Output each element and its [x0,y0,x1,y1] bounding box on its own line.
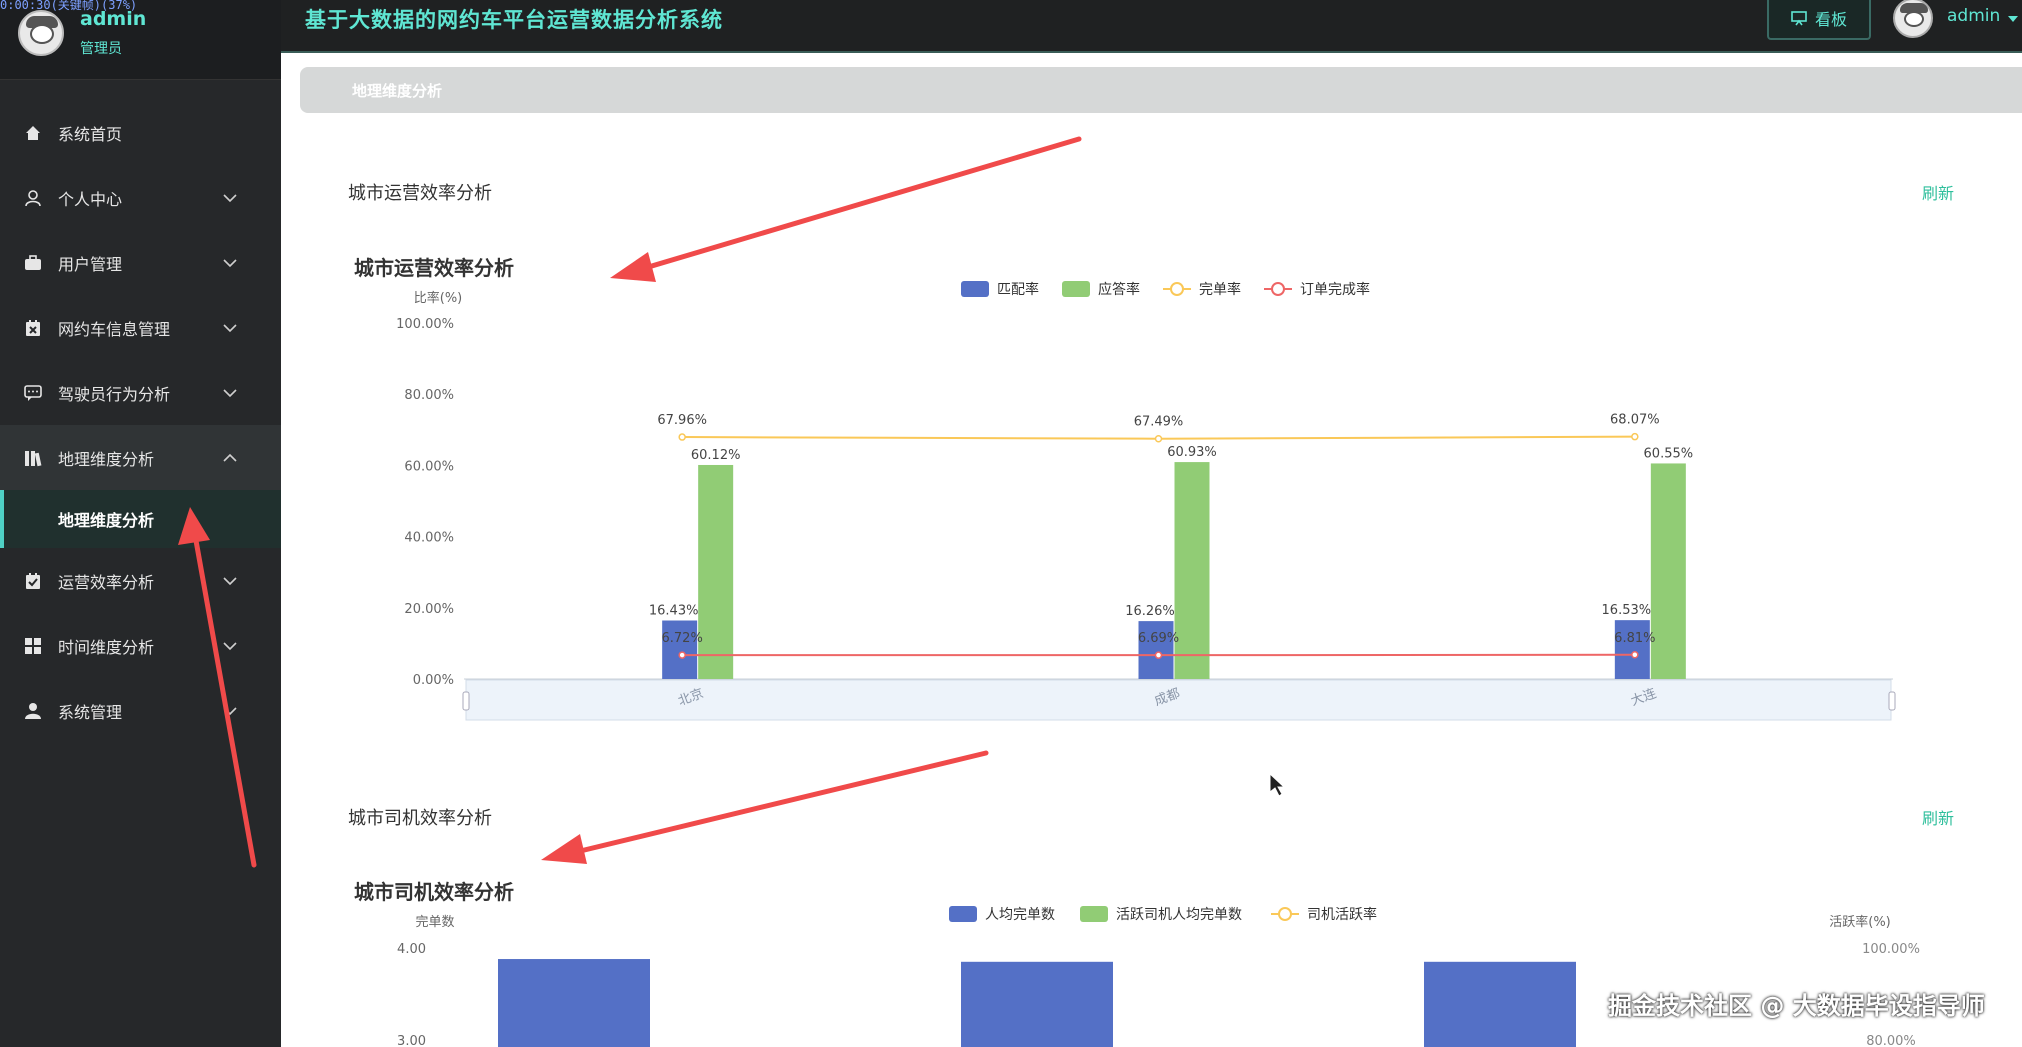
watermark: 掘金技术社区 @ 大数据毕设指导师 [1608,992,1985,1020]
mouse-cursor-icon [1269,772,1286,797]
red-arrow-2 [178,507,257,868]
annotation-arrows [178,136,1286,868]
red-arrow-3 [541,750,989,864]
red-arrow-1 [610,136,1082,282]
